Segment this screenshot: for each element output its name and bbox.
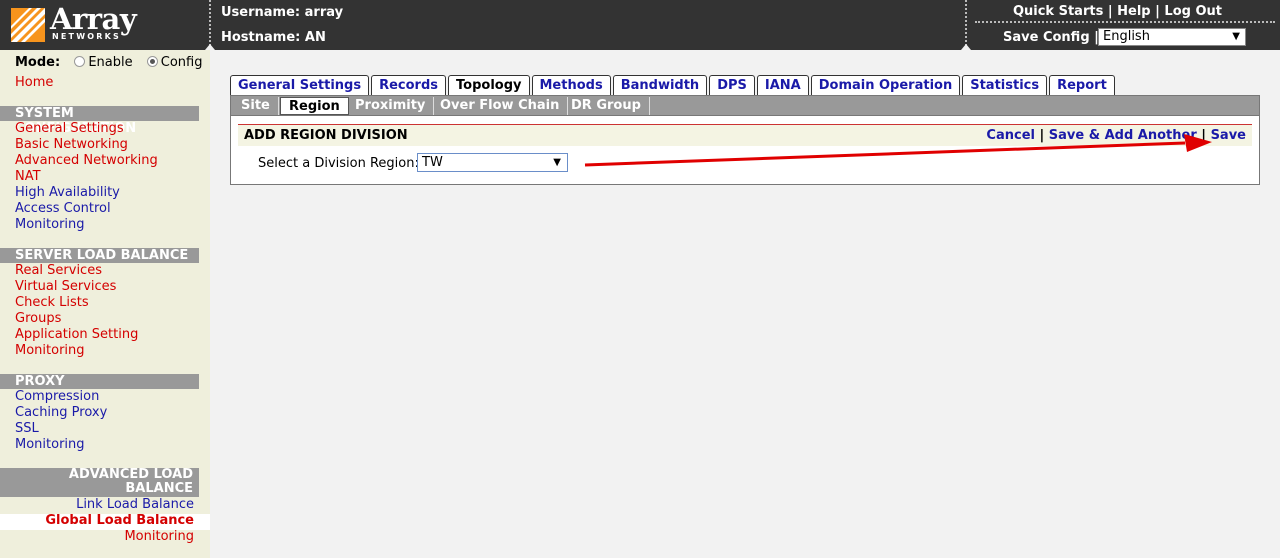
sidebar-item-real-services[interactable]: Real Services (15, 263, 102, 278)
panel-actions: Cancel | Save & Add Another | Save (986, 128, 1246, 143)
subtab-region[interactable]: Region (280, 97, 349, 115)
section-header-proxy: PROXY (0, 374, 199, 389)
header-dotted-line (975, 21, 1275, 23)
subtab-bar: Site Region Proximity Over Flow Chain DR… (230, 95, 1260, 116)
sidebar-item-monitoring[interactable]: Monitoring (15, 217, 85, 232)
tab-statistics[interactable]: Statistics (962, 75, 1048, 95)
section-header-system-configuration: SYSTEM CONFIGURATION (0, 106, 199, 136)
sidebar-item-compression[interactable]: Compression (15, 389, 99, 404)
tab-domain-operation[interactable]: Domain Operation (810, 75, 961, 95)
logo-mark-icon (11, 8, 45, 42)
tab-general-settings[interactable]: General Settings (230, 75, 370, 95)
sidebar-item-nat[interactable]: NAT (15, 169, 41, 184)
division-region-select[interactable]: TW ▼ (417, 153, 568, 172)
section-header-advanced-load-balance: ADVANCED LOAD BALANCE (0, 468, 199, 497)
sidebar-item-caching-proxy[interactable]: Caching Proxy (15, 405, 107, 420)
logo-wordmark: Array (50, 2, 137, 36)
sidebar-item-ssl[interactable]: SSL (15, 421, 39, 436)
language-select[interactable]: English ▼ (1098, 28, 1246, 46)
cancel-link[interactable]: Cancel (986, 128, 1035, 143)
sidebar-item-monitoring[interactable]: Monitoring (15, 437, 85, 452)
tab-topology[interactable]: Topology (448, 75, 530, 95)
save-add-another-link[interactable]: Save & Add Another (1049, 128, 1197, 143)
panel-title: ADD REGION DIVISION (244, 128, 408, 143)
tab-dps[interactable]: DPS (709, 75, 755, 95)
sidebar: Mode: Enable Config Home SYSTEM CONFIGUR… (0, 50, 210, 558)
sidebar-item-link-load-balance[interactable]: Link Load Balance (76, 497, 194, 512)
main-tabs: General Settings Records Topology Methods Ba… (230, 75, 1117, 95)
tab-records[interactable]: Records (371, 75, 447, 95)
sidebar-item-monitoring[interactable]: Monitoring (124, 529, 194, 544)
sidebar-item-high-availability[interactable]: High Availability (15, 185, 120, 200)
quick-starts-link[interactable]: Quick Starts (1013, 4, 1103, 19)
save-link[interactable]: Save (1211, 128, 1246, 143)
dropdown-arrow-icon: ▼ (553, 157, 561, 168)
subtab-site[interactable]: Site (233, 97, 279, 115)
sidebar-item-check-lists[interactable]: Check Lists (15, 295, 89, 310)
header-links: Quick Starts | Help | Log Out (1012, 4, 1222, 19)
subtab-dr-group[interactable]: DR Group (563, 97, 650, 115)
array-networks-logo: Array NETWORKS (8, 2, 143, 45)
tab-iana[interactable]: IANA (756, 75, 809, 95)
mode-enable-radio[interactable] (74, 56, 86, 67)
logo-subtitle: NETWORKS (52, 32, 121, 41)
hostname-display: Hostname: AN (221, 30, 326, 45)
header-divider (965, 0, 967, 46)
username-display: Username: array (221, 5, 344, 20)
tab-report[interactable]: Report (1049, 75, 1115, 95)
mode-selector: Mode: Enable Config (15, 55, 203, 70)
sidebar-item-global-load-balance[interactable]: Global Load Balance (45, 513, 194, 528)
top-header: Array NETWORKS Username: array Hostname:… (0, 0, 1280, 50)
sidebar-item-application-setting[interactable]: Application Setting (15, 327, 138, 342)
tab-bandwidth[interactable]: Bandwidth (612, 75, 708, 95)
sidebar-item-virtual-services[interactable]: Virtual Services (15, 279, 116, 294)
sidebar-item-advanced-networking[interactable]: Advanced Networking (15, 153, 158, 168)
mode-config-radio[interactable] (146, 56, 158, 67)
logout-link[interactable]: Log Out (1164, 4, 1222, 19)
header-divider (209, 0, 211, 46)
sidebar-item-basic-networking[interactable]: Basic Networking (15, 137, 128, 152)
help-link[interactable]: Help (1117, 4, 1150, 19)
dropdown-arrow-icon: ▼ (1232, 31, 1240, 42)
add-region-panel: ADD REGION DIVISION Cancel | Save & Add … (230, 116, 1260, 185)
sidebar-item-monitoring[interactable]: Monitoring (15, 343, 85, 358)
save-config-area: Save Config | (1003, 30, 1099, 45)
panel-header: ADD REGION DIVISION Cancel | Save & Add … (238, 124, 1252, 146)
header-divider-tick (961, 44, 971, 50)
sidebar-item-groups[interactable]: Groups (15, 311, 61, 326)
tab-methods[interactable]: Methods (531, 75, 611, 95)
subtab-over-flow-chain[interactable]: Over Flow Chain (432, 97, 569, 115)
sidebar-item-general-settings[interactable]: General Settings (15, 121, 124, 136)
subtab-proximity[interactable]: Proximity (347, 97, 435, 115)
sidebar-item-home[interactable]: Home (15, 75, 53, 90)
sidebar-item-access-control[interactable]: Access Control (15, 201, 111, 216)
save-config-link[interactable]: Save Config (1003, 30, 1090, 45)
section-header-server-load-balance: SERVER LOAD BALANCE (0, 248, 199, 263)
division-region-label: Select a Division Region: (258, 156, 419, 171)
